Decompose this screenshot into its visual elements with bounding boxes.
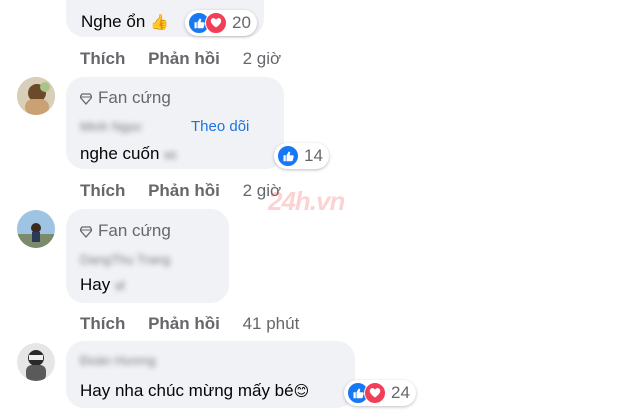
reply-button[interactable]: Phản hồi (148, 181, 220, 200)
comment-text: Nghe ổn 👍 (81, 12, 169, 31)
top-fan-badge: Fan cứng (80, 88, 171, 108)
love-icon (364, 382, 386, 404)
comment-timestamp[interactable]: 2 giờ (243, 49, 282, 68)
commenter-name[interactable]: Đoàn Hương (80, 353, 156, 368)
reaction-count: 14 (304, 146, 323, 165)
like-button[interactable]: Thích (80, 181, 125, 200)
comment-text: Hay nha chúc mừng mấy bé😊 (80, 381, 310, 400)
reaction-summary[interactable]: 24 (344, 380, 416, 406)
reaction-count: 24 (391, 383, 410, 402)
avatar[interactable] (17, 343, 55, 381)
thumbs-up-emoji: 👍 (150, 14, 169, 31)
diamond-icon (80, 92, 92, 105)
reply-button[interactable]: Phản hồi (148, 314, 220, 333)
commenter-name[interactable]: Minh Ngọc (80, 119, 142, 134)
commenter-name[interactable]: DangThu Trang (80, 252, 170, 267)
top-fan-badge: Fan cứng (80, 221, 171, 241)
comment-timestamp[interactable]: 41 phút (243, 314, 300, 333)
comment-actions: Thích Phản hồi 41 phút (80, 314, 317, 334)
reaction-summary[interactable]: 14 (274, 143, 329, 169)
like-button[interactable]: Thích (80, 314, 125, 333)
follow-link[interactable]: Theo dõi (191, 118, 249, 135)
love-icon (205, 12, 227, 34)
watermark-logo: 24h.vn (268, 186, 345, 216)
smiling-emoji: 😊 (293, 383, 310, 400)
comment-text: nghe cuốn vc (80, 144, 178, 163)
diamond-icon (80, 225, 92, 238)
like-icon (277, 145, 299, 167)
blurred-word: vl (114, 278, 125, 293)
avatar[interactable] (17, 77, 55, 115)
comment-text: Hay vl (80, 275, 125, 294)
blurred-word: vc (164, 147, 178, 162)
comment-actions: Thích Phản hồi 2 giờ (80, 49, 299, 69)
avatar[interactable] (17, 210, 55, 248)
reply-button[interactable]: Phản hồi (148, 49, 220, 68)
reaction-summary[interactable]: 20 (185, 10, 257, 36)
comment-actions: Thích Phản hồi 2 giờ (80, 181, 299, 201)
like-button[interactable]: Thích (80, 49, 125, 68)
reaction-count: 20 (232, 13, 251, 32)
